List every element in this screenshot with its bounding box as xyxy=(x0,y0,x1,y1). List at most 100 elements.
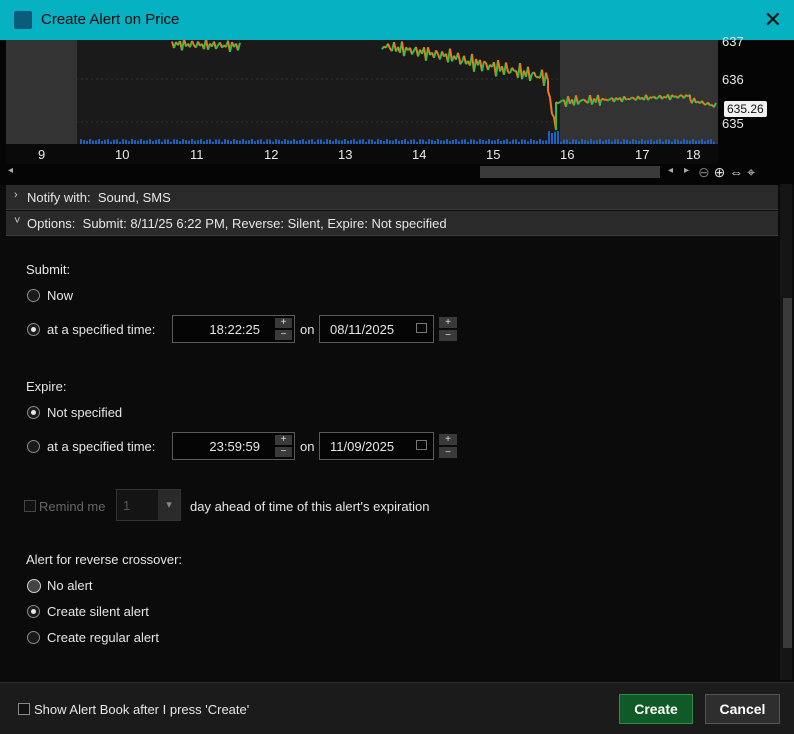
volume-bar xyxy=(290,141,292,144)
volume-bar xyxy=(86,141,88,144)
increment-icon[interactable]: + xyxy=(439,317,457,328)
volume-bar xyxy=(578,141,580,144)
submit-time-stepper[interactable]: + − xyxy=(275,318,292,340)
zoom-in-icon[interactable]: ⊕ xyxy=(714,164,726,180)
show-alert-book-label[interactable]: Show Alert Book after I press 'Create' xyxy=(34,702,249,717)
volume-bar xyxy=(557,131,559,144)
expire-specified-label[interactable]: at a specified time: xyxy=(47,439,155,454)
volume-bar xyxy=(470,139,472,144)
calendar-icon[interactable] xyxy=(416,440,427,450)
volume-bar xyxy=(548,131,550,144)
volume-bar xyxy=(278,140,280,144)
volume-bar xyxy=(164,139,166,144)
volume-bar xyxy=(653,141,655,144)
reverse-regular-alert-radio[interactable] xyxy=(27,631,40,644)
remind-days-select[interactable]: 1 ▾ xyxy=(116,489,181,521)
decrement-icon[interactable]: − xyxy=(439,330,457,341)
submit-time-field[interactable]: 18:22:25 + − xyxy=(172,315,295,343)
show-alert-book-checkbox[interactable] xyxy=(18,703,30,715)
volume-bar xyxy=(170,142,172,144)
volume-bar xyxy=(665,139,667,144)
notify-section-header[interactable]: › Notify with: Sound, SMS xyxy=(6,185,778,210)
volume-bar xyxy=(191,139,193,144)
decrement-icon[interactable]: − xyxy=(439,447,457,458)
volume-bar xyxy=(458,141,460,144)
volume-bar xyxy=(530,139,532,144)
volume-bar xyxy=(263,142,265,144)
expire-time-field[interactable]: 23:59:59 + − xyxy=(172,432,295,460)
volume-bar xyxy=(332,141,334,144)
volume-bar xyxy=(146,140,148,144)
remind-me-checkbox[interactable] xyxy=(24,500,36,512)
volume-bar xyxy=(404,139,406,144)
expire-not-specified-radio[interactable] xyxy=(27,406,40,419)
reverse-option-label[interactable]: Create regular alert xyxy=(47,630,159,645)
price-segment xyxy=(558,102,560,103)
expire-time-stepper[interactable]: + − xyxy=(275,435,292,457)
submit-heading: Submit: xyxy=(26,262,70,277)
price-segment xyxy=(602,99,604,100)
expire-heading: Expire: xyxy=(26,379,66,394)
reverse-silent-alert-radio[interactable] xyxy=(27,605,40,618)
submit-now-radio[interactable] xyxy=(27,289,40,302)
volume-bar xyxy=(419,139,421,144)
scroll-thumb[interactable] xyxy=(480,166,660,178)
volume-bar xyxy=(356,141,358,144)
expire-not-specified-label[interactable]: Not specified xyxy=(47,405,122,420)
vertical-scroll-thumb[interactable] xyxy=(783,298,792,648)
x-label: 11 xyxy=(190,147,204,162)
crosshair-icon[interactable]: ⌖ xyxy=(747,164,755,180)
decrement-icon[interactable]: − xyxy=(275,330,292,340)
volume-bar xyxy=(536,141,538,144)
pan-icon[interactable]: ⇔ xyxy=(729,164,743,180)
volume-bar xyxy=(503,140,505,144)
volume-bar xyxy=(641,139,643,144)
volume-bar xyxy=(137,141,139,144)
reverse-option-label[interactable]: Create silent alert xyxy=(47,604,149,619)
expire-date-field[interactable]: 11/09/2025 xyxy=(319,432,434,460)
price-segment xyxy=(656,98,658,99)
increment-icon[interactable]: + xyxy=(439,434,457,445)
submit-date-field[interactable]: 08/11/2025 xyxy=(319,315,434,343)
scroll-right-icon[interactable]: ◂ xyxy=(668,165,673,176)
chart-scrollbar[interactable]: ◂ ◂ ▸ xyxy=(0,165,718,179)
increment-icon[interactable]: + xyxy=(275,318,292,328)
dropdown-icon[interactable]: ▾ xyxy=(158,490,180,520)
options-section-header[interactable]: ˅ Options: Submit: 8/11/25 6:22 PM, Reve… xyxy=(6,211,778,236)
x-label: 17 xyxy=(635,147,649,162)
cancel-button[interactable]: Cancel xyxy=(705,694,780,724)
reverse-option-label[interactable]: No alert xyxy=(47,578,93,593)
submit-date-stepper[interactable]: + − xyxy=(439,317,457,341)
close-icon[interactable]: ✕ xyxy=(764,7,782,33)
submit-specified-label[interactable]: at a specified time: xyxy=(47,322,155,337)
volume-bar xyxy=(389,140,391,144)
volume-bar xyxy=(575,140,577,144)
volume-bar xyxy=(542,141,544,144)
calendar-icon[interactable] xyxy=(416,323,427,333)
volume-bar xyxy=(644,141,646,144)
volume-bar xyxy=(455,139,457,144)
reverse-no-alert-radio[interactable] xyxy=(27,579,41,593)
volume-bar xyxy=(695,141,697,144)
decrement-icon[interactable]: − xyxy=(275,447,292,457)
increment-icon[interactable]: + xyxy=(275,435,292,445)
volume-bar xyxy=(386,139,388,144)
volume-bar xyxy=(584,140,586,144)
x-label: 15 xyxy=(486,147,500,162)
volume-bar xyxy=(167,139,169,144)
volume-bar xyxy=(545,140,547,144)
submit-now-label[interactable]: Now xyxy=(47,288,73,303)
scroll-right-icon[interactable]: ▸ xyxy=(684,165,689,176)
volume-bar xyxy=(680,141,682,144)
expire-specified-radio[interactable] xyxy=(27,440,40,453)
create-button[interactable]: Create xyxy=(619,694,693,724)
volume-bar xyxy=(287,140,289,144)
zoom-out-icon[interactable]: ⊖ xyxy=(698,164,710,180)
volume-bar xyxy=(596,140,598,144)
scroll-left-icon[interactable]: ◂ xyxy=(8,165,13,176)
submit-specified-radio[interactable] xyxy=(27,323,40,336)
y-label: 637 xyxy=(722,34,744,49)
expire-date-stepper[interactable]: + − xyxy=(439,434,457,458)
volume-bar xyxy=(275,139,277,144)
volume-bar xyxy=(647,140,649,144)
